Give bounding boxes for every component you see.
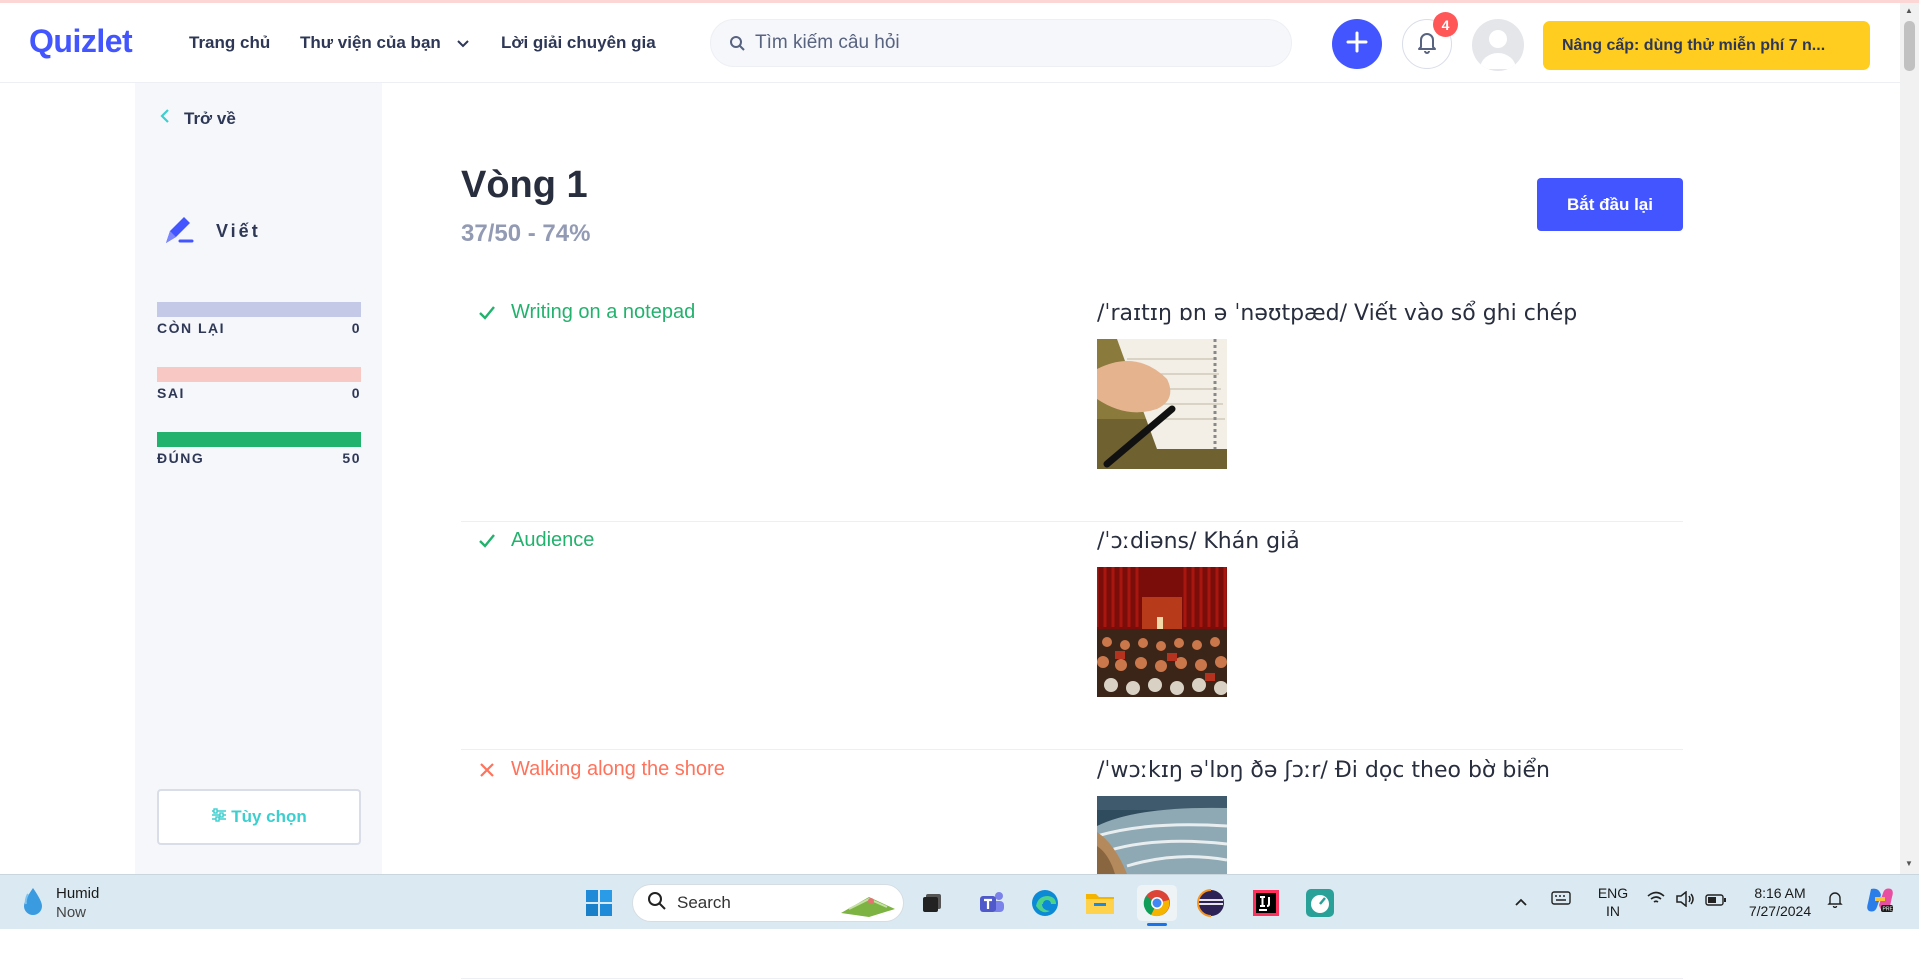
wifi-icon[interactable]: [1647, 891, 1665, 909]
notification-count-badge: 4: [1433, 12, 1458, 37]
active-indicator: [1147, 923, 1167, 926]
edge-icon[interactable]: [1027, 885, 1063, 921]
progress-count: 0: [351, 385, 361, 401]
options-label: Tùy chọn: [231, 807, 307, 826]
study-sidebar: Trở về Viết CÒN LẠI 0 SAI 0 ĐÚNG 50 Tùy …: [135, 83, 382, 874]
progress-count: 0: [351, 320, 361, 336]
checkmark-icon: [477, 531, 497, 551]
result-row: Audience /ˈɔːdiəns/ Khán giả: [461, 521, 1683, 750]
intellij-icon[interactable]: [1248, 885, 1284, 921]
page-scrollbar[interactable]: ▲ ▼: [1900, 3, 1919, 874]
nav-library-label: Thư viện của bạn: [300, 33, 441, 52]
back-label: Trở về: [184, 108, 236, 128]
progress-bar-wrong: [157, 367, 361, 382]
result-definition: /ˈɔːdiəns/ Khán giả: [1097, 529, 1300, 554]
chevron-down-icon: [456, 34, 470, 54]
avatar[interactable]: [1472, 19, 1524, 71]
taskbar-search-label: Search: [677, 893, 731, 912]
back-button[interactable]: Trở về: [160, 108, 236, 129]
result-definition: /ˈraɪtɪŋ ɒn ə ˈnəʊtpæd/ Viết vào sổ ghi …: [1097, 301, 1578, 326]
gauge-app-icon[interactable]: [1302, 885, 1338, 921]
copilot-icon[interactable]: PRE: [1865, 885, 1895, 919]
weather-widget[interactable]: Humid Now: [22, 884, 99, 922]
options-button[interactable]: Tùy chọn: [157, 789, 361, 845]
weather-subtitle: Now: [56, 904, 87, 921]
progress-bar-correct: [157, 432, 361, 447]
start-windows-icon[interactable]: [581, 885, 617, 921]
windows-taskbar: Humid Now Search ENG IN 8:16 AM 7/27/202…: [0, 874, 1919, 929]
audience-photo: [1097, 567, 1227, 697]
notification-bell-icon[interactable]: [1827, 890, 1843, 912]
create-button[interactable]: [1332, 19, 1382, 69]
nav-library-dropdown[interactable]: Thư viện của bạn: [300, 33, 470, 54]
clock-date: 7/27/2024: [1748, 903, 1812, 919]
checkmark-icon: [477, 303, 497, 323]
water-drop-icon: [22, 886, 44, 921]
teams-icon[interactable]: [974, 885, 1010, 921]
scroll-thumb[interactable]: [1904, 21, 1915, 71]
search-bar[interactable]: [710, 19, 1292, 67]
file-explorer-icon[interactable]: [1082, 885, 1118, 921]
notepad-photo: [1097, 339, 1227, 469]
bell-icon: [1415, 29, 1439, 60]
weather-title: Humid: [56, 885, 100, 902]
result-row: Writing on a notepad /ˈraɪtɪŋ ɒn ə ˈnəʊt…: [461, 293, 1683, 522]
progress-remaining: CÒN LẠI 0: [157, 302, 361, 336]
clock[interactable]: 8:16 AM 7/27/2024: [1740, 884, 1820, 920]
progress-count: 50: [342, 450, 361, 466]
progress-bar-remaining: [157, 302, 361, 317]
svg-text:PRE: PRE: [1883, 907, 1894, 913]
upgrade-button[interactable]: Nâng cấp: dùng thử miễn phí 7 n...: [1543, 21, 1870, 70]
search-icon: [729, 35, 746, 57]
progress-label: ĐÚNG: [157, 450, 205, 466]
chevron-up-icon[interactable]: [1514, 893, 1528, 911]
result-definition: /ˈwɔːkɪŋ əˈlɒŋ ðə ʃɔːr/ Đi dọc theo bờ b…: [1097, 758, 1550, 783]
eclipse-icon[interactable]: [1193, 885, 1229, 921]
search-icon: [647, 891, 667, 916]
round-score: 37/50 - 74%: [461, 220, 591, 247]
language-indicator[interactable]: ENG IN: [1594, 884, 1632, 920]
result-row: Walking along the shore /ˈwɔːkɪŋ əˈlɒŋ ð…: [461, 750, 1683, 979]
quizlet-logo[interactable]: Quizlet: [29, 23, 133, 60]
progress-label: SAI: [157, 385, 185, 401]
chrome-icon[interactable]: [1137, 885, 1177, 926]
chevron-left-icon: [160, 108, 170, 129]
result-term: Audience: [511, 529, 595, 551]
result-term: Walking along the shore: [511, 758, 725, 780]
progress-correct: ĐÚNG 50: [157, 432, 361, 466]
volume-icon[interactable]: [1675, 890, 1695, 911]
taskbar-search[interactable]: Search: [632, 884, 904, 922]
nav-home-link[interactable]: Trang chủ: [189, 33, 270, 53]
language-code: ENG: [1597, 885, 1629, 901]
study-mode-label: Viết: [216, 221, 261, 241]
result-term: Writing on a notepad: [511, 301, 696, 323]
language-region: IN: [1606, 903, 1620, 919]
progress-label: CÒN LẠI: [157, 320, 226, 336]
study-mode-indicator: Viết: [160, 211, 261, 252]
page-title: Vòng 1: [461, 164, 588, 206]
pen-icon: [160, 211, 196, 252]
sliders-icon: [211, 807, 227, 827]
scroll-up-arrow-icon[interactable]: ▲: [1905, 6, 1913, 15]
clock-time: 8:16 AM: [1754, 885, 1806, 901]
task-view-icon[interactable]: [914, 885, 950, 921]
shore-photo: [1097, 796, 1227, 874]
search-highlight-icon: [839, 889, 897, 924]
plus-icon: [1345, 30, 1369, 59]
restart-button[interactable]: Bắt đầu lại: [1537, 178, 1683, 231]
keyboard-icon[interactable]: [1551, 891, 1571, 909]
battery-icon[interactable]: [1705, 892, 1727, 910]
close-icon: [477, 760, 497, 780]
nav-expert-solutions-link[interactable]: Lời giải chuyên gia: [501, 33, 656, 53]
top-navigation-bar: Quizlet Trang chủ Thư viện của bạn Lời g…: [0, 3, 1900, 83]
scroll-down-arrow-icon[interactable]: ▼: [1905, 859, 1913, 868]
search-input[interactable]: [755, 20, 1275, 66]
progress-wrong: SAI 0: [157, 367, 361, 401]
